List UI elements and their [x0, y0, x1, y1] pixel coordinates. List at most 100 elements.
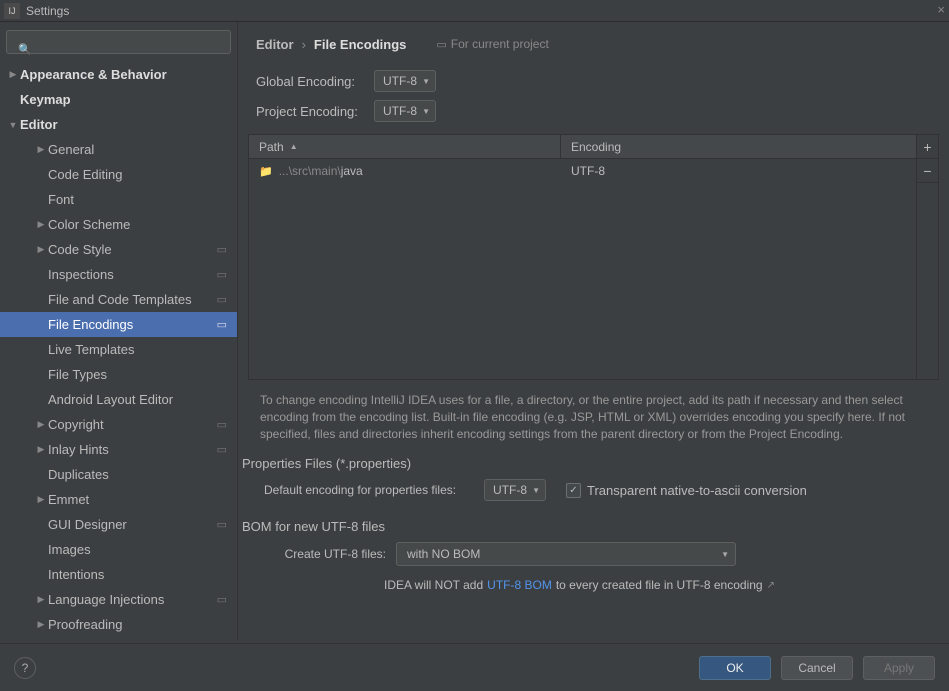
tree-item-appearance-behavior[interactable]: ▶Appearance & Behavior — [0, 62, 237, 87]
chevron-right-icon: ▶ — [34, 419, 48, 430]
bom-label: Create UTF-8 files: — [264, 547, 396, 561]
cancel-button[interactable]: Cancel — [781, 656, 853, 680]
tree-item-copyright[interactable]: ▶Copyright▭ — [0, 412, 237, 437]
chevron-down-icon: ▼ — [6, 120, 20, 130]
chevron-right-icon: ▶ — [34, 594, 48, 605]
project-scope-icon: ▭ — [217, 443, 227, 456]
tree-item-label: Editor — [20, 117, 237, 132]
tree-item-code-editing[interactable]: Code Editing — [0, 162, 237, 187]
external-link-icon: ↗ — [767, 580, 775, 591]
tree-item-file-and-code-templates[interactable]: File and Code Templates▭ — [0, 287, 237, 312]
tree-item-label: GUI Designer — [48, 517, 237, 532]
col-path[interactable]: Path ▲ — [249, 135, 561, 158]
tree-item-images[interactable]: Images — [0, 537, 237, 562]
tree-item-editor[interactable]: ▼Editor — [0, 112, 237, 137]
chevron-down-icon: ▼ — [532, 486, 540, 495]
close-icon[interactable]: × — [937, 2, 945, 17]
add-row-button[interactable]: + — [917, 135, 938, 159]
chevron-right-icon: ▶ — [34, 244, 48, 255]
help-text: To change encoding IntelliJ IDEA uses fo… — [238, 380, 949, 452]
tree-item-gui-designer[interactable]: GUI Designer▭ — [0, 512, 237, 537]
tree-item-label: Emmet — [48, 492, 237, 507]
tree-item-android-layout-editor[interactable]: Android Layout Editor — [0, 387, 237, 412]
tree-item-label: Font — [48, 192, 237, 207]
help-button[interactable]: ? — [14, 657, 36, 679]
tree-item-file-types[interactable]: File Types — [0, 362, 237, 387]
bom-note-2: to every created file in UTF-8 encoding — [556, 578, 763, 592]
cell-encoding[interactable]: UTF-8 — [561, 162, 916, 180]
table-header: Path ▲ Encoding — [249, 135, 916, 159]
project-encoding-value: UTF-8 — [383, 104, 417, 118]
tree-item-general[interactable]: ▶General — [0, 137, 237, 162]
properties-encoding-select[interactable]: UTF-8 ▼ — [484, 479, 546, 501]
chevron-right-icon: ▶ — [34, 444, 48, 455]
transparent-ascii-checkbox[interactable]: ✓ Transparent native-to-ascii conversion — [566, 483, 807, 498]
tree-item-language-injections[interactable]: ▶Language Injections▭ — [0, 587, 237, 612]
tree-item-font[interactable]: Font — [0, 187, 237, 212]
remove-row-button[interactable]: − — [917, 159, 938, 183]
path-prefix: ...\src\main\ — [279, 164, 341, 178]
table-body: 📁 ...\src\main\java UTF-8 — [249, 159, 916, 379]
project-scope-icon: ▭ — [217, 293, 227, 306]
tree-item-label: Code Style — [48, 242, 237, 257]
encoding-table: Path ▲ Encoding 📁...\src\main\javaUTF-8 … — [248, 134, 939, 380]
tree-item-inspections[interactable]: Inspections▭ — [0, 262, 237, 287]
cell-path: 📁 ...\src\main\java — [249, 162, 561, 180]
breadcrumb-parent[interactable]: Editor — [256, 37, 294, 52]
tree-item-label: Appearance & Behavior — [20, 67, 237, 82]
tree-item-label: Copyright — [48, 417, 237, 432]
dialog-footer: ? OK Cancel Apply — [0, 643, 949, 691]
transparent-ascii-label: Transparent native-to-ascii conversion — [587, 483, 807, 498]
tree-item-code-style[interactable]: ▶Code Style▭ — [0, 237, 237, 262]
tree-item-intentions[interactable]: Intentions — [0, 562, 237, 587]
global-encoding-value: UTF-8 — [383, 74, 417, 88]
chevron-right-icon: ▶ — [6, 69, 20, 80]
sort-asc-icon: ▲ — [290, 142, 298, 151]
global-encoding-row: Global Encoding: UTF-8 ▼ — [238, 66, 949, 96]
window-title: Settings — [26, 4, 69, 18]
tree-item-label: Inspections — [48, 267, 237, 282]
apply-button[interactable]: Apply — [863, 656, 935, 680]
chevron-right-icon: ▶ — [34, 494, 48, 505]
bom-select[interactable]: with NO BOM ▼ — [396, 542, 736, 566]
checkbox-icon: ✓ — [566, 483, 581, 498]
search-container: 🔍 — [6, 30, 231, 54]
tree-item-color-scheme[interactable]: ▶Color Scheme — [0, 212, 237, 237]
tree-item-textmate-bundles[interactable]: TextMate Bundles — [0, 637, 237, 640]
tree-item-duplicates[interactable]: Duplicates — [0, 462, 237, 487]
tree-item-live-templates[interactable]: Live Templates — [0, 337, 237, 362]
project-scope-icon: ▭ — [217, 518, 227, 531]
tree-item-inlay-hints[interactable]: ▶Inlay Hints▭ — [0, 437, 237, 462]
table-row[interactable]: 📁 ...\src\main\java UTF-8 — [249, 159, 916, 183]
project-encoding-select[interactable]: UTF-8 ▼ — [374, 100, 436, 122]
chevron-right-icon: ▶ — [34, 144, 48, 155]
path-name: java — [341, 164, 363, 178]
chevron-down-icon: ▼ — [721, 550, 729, 559]
bom-value: with NO BOM — [407, 547, 480, 561]
search-input[interactable] — [6, 30, 231, 54]
project-scope-icon: ▭ — [217, 268, 227, 281]
ok-button[interactable]: OK — [699, 656, 771, 680]
settings-sidebar: 🔍 ▶Appearance & BehaviorKeymap▼Editor▶Ge… — [0, 22, 238, 640]
folder-icon: 📁 — [259, 165, 273, 178]
tree-item-label: File Types — [48, 367, 237, 382]
tree-item-emmet[interactable]: ▶Emmet — [0, 487, 237, 512]
properties-encoding-row: Default encoding for properties files: U… — [242, 473, 945, 507]
project-scope-icon: ▭ — [217, 243, 227, 256]
global-encoding-select[interactable]: UTF-8 ▼ — [374, 70, 436, 92]
chevron-down-icon: ▼ — [422, 107, 430, 116]
global-encoding-label: Global Encoding: — [256, 74, 374, 89]
bom-link[interactable]: UTF-8 BOM — [487, 578, 552, 592]
tree-item-file-encodings[interactable]: File Encodings▭ — [0, 312, 237, 337]
properties-encoding-value: UTF-8 — [493, 483, 527, 497]
scope-badge: ▭ For current project — [436, 37, 548, 51]
tree-item-keymap[interactable]: Keymap — [0, 87, 237, 112]
chevron-right-icon: › — [302, 37, 306, 52]
tree-item-proofreading[interactable]: ▶Proofreading — [0, 612, 237, 637]
tree-item-label: General — [48, 142, 237, 157]
tree-item-label: Duplicates — [48, 467, 237, 482]
col-encoding[interactable]: Encoding — [561, 135, 916, 158]
tree-item-label: Code Editing — [48, 167, 237, 182]
bom-note: IDEA will NOT add UTF-8 BOM to every cre… — [242, 572, 945, 598]
tree-item-label: Android Layout Editor — [48, 392, 237, 407]
